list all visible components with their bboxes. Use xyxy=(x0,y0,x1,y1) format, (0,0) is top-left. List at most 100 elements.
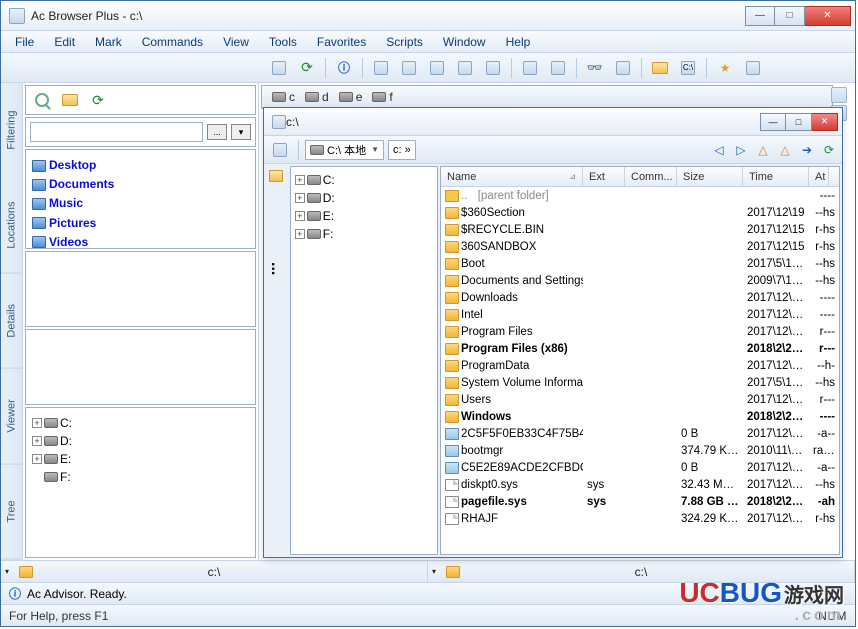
view-small-icons-icon[interactable] xyxy=(397,56,421,80)
binoculars-icon[interactable]: 👓 xyxy=(583,56,607,80)
menu-file[interactable]: File xyxy=(5,33,44,51)
col-size[interactable]: Size xyxy=(677,167,743,186)
refresh-icon[interactable]: ⟳ xyxy=(295,56,319,80)
folder-action-icon[interactable] xyxy=(58,88,82,112)
drive-c[interactable]: c xyxy=(272,90,295,104)
drive-e[interactable]: e xyxy=(339,90,363,104)
refresh-icon[interactable]: ⟳ xyxy=(86,88,110,112)
nav-refresh-icon[interactable]: ⟳ xyxy=(820,141,838,159)
expand-icon[interactable]: + xyxy=(295,193,305,203)
file-row[interactable]: Downloads2017\12\15 ...---- xyxy=(441,289,839,306)
sub-minimize-button[interactable]: — xyxy=(760,113,786,131)
file-row[interactable]: Program Files (x86)2018\2\25 ...r--- xyxy=(441,340,839,357)
expand-icon[interactable]: + xyxy=(32,418,42,428)
vtab-tree[interactable]: Tree xyxy=(1,464,22,560)
file-row[interactable]: 2C5F5F0EB33C4F75B4...0 B2017\12\15 ...-a… xyxy=(441,425,839,442)
file-row[interactable]: System Volume Informa...2017\5\19 ...--h… xyxy=(441,374,839,391)
tree-row[interactable]: +D: xyxy=(295,189,433,207)
file-row[interactable]: diskpt0.syssys32.43 MB (3...2017\12\20 .… xyxy=(441,476,839,493)
col-time[interactable]: Time xyxy=(743,167,809,186)
expand-icon[interactable]: + xyxy=(295,229,305,239)
tree-row[interactable]: F: xyxy=(32,468,249,486)
file-row[interactable]: 360SANDBOX2017\12\15r-hs xyxy=(441,238,839,255)
filter-input[interactable] xyxy=(30,122,203,142)
view-detail-icon[interactable] xyxy=(453,56,477,80)
expand-icon[interactable]: + xyxy=(295,211,305,221)
filter-dropdown-button[interactable]: ▾ xyxy=(231,124,251,140)
menu-favorites[interactable]: Favorites xyxy=(307,33,376,51)
search-icon[interactable] xyxy=(30,88,54,112)
minimize-button[interactable]: — xyxy=(745,6,775,26)
loc-desktop[interactable]: Desktop xyxy=(32,156,249,175)
file-row[interactable]: Documents and Settings2009\7\14 ...--hs xyxy=(441,272,839,289)
parent-folder-row[interactable]: .. [parent folder] ---- xyxy=(441,187,839,204)
filter-icon[interactable] xyxy=(518,56,542,80)
file-row[interactable]: Windows2018\2\25 ...---- xyxy=(441,408,839,425)
col-att[interactable]: At xyxy=(809,167,829,186)
menu-window[interactable]: Window xyxy=(433,33,496,51)
vtab-details[interactable]: Details xyxy=(1,273,22,369)
loc-documents[interactable]: Documents xyxy=(32,175,249,194)
sub-close-button[interactable]: ✕ xyxy=(812,113,838,131)
folder-open-icon[interactable] xyxy=(269,170,283,182)
file-row[interactable]: ProgramData2017\12\19 ...--h- xyxy=(441,357,839,374)
expand-icon[interactable]: + xyxy=(32,436,42,446)
view-list-icon[interactable] xyxy=(425,56,449,80)
file-row[interactable]: Program Files2017\12\20 ...r--- xyxy=(441,323,839,340)
menu-view[interactable]: View xyxy=(213,33,259,51)
tree-row[interactable]: +E: xyxy=(295,207,433,225)
menu-scripts[interactable]: Scripts xyxy=(376,33,433,51)
nav-top-icon[interactable]: △ xyxy=(776,141,794,159)
tool-icon[interactable] xyxy=(267,56,291,80)
drive-combo[interactable]: C:\ 本地▼ xyxy=(305,140,384,160)
filter-more-button[interactable]: ... xyxy=(207,124,227,140)
nav-fwd-icon[interactable]: ▷ xyxy=(732,141,750,159)
view-large-icons-icon[interactable] xyxy=(369,56,393,80)
grip-icon[interactable] xyxy=(831,87,847,103)
bookmark-icon[interactable] xyxy=(741,56,765,80)
info-icon[interactable]: ⓘ xyxy=(332,56,356,80)
menu-tools[interactable]: Tools xyxy=(259,33,307,51)
tree-row[interactable]: +F: xyxy=(295,225,433,243)
file-row[interactable]: Users2017\12\15 ...r--- xyxy=(441,391,839,408)
sub-maximize-button[interactable]: □ xyxy=(786,113,812,131)
expand-icon[interactable]: + xyxy=(295,175,305,185)
file-row[interactable]: $RECYCLE.BIN2017\12\15r-hs xyxy=(441,221,839,238)
nav-back-icon[interactable]: ◁ xyxy=(710,141,728,159)
terminal-icon[interactable]: C:\ xyxy=(676,56,700,80)
file-row[interactable]: C5E2E89ACDE2CFBDC...0 B2017\12\15 ...-a-… xyxy=(441,459,839,476)
drive-d[interactable]: d xyxy=(305,90,329,104)
path-left[interactable]: ▾c:\ xyxy=(1,561,428,582)
tree-row[interactable]: +D: xyxy=(32,432,249,450)
view-thumb-icon[interactable] xyxy=(481,56,505,80)
menu-mark[interactable]: Mark xyxy=(85,33,132,51)
expand-icon[interactable]: + xyxy=(32,454,42,464)
file-row[interactable]: pagefile.syssys7.88 GB (8 4...2018\2\25 … xyxy=(441,493,839,510)
close-button[interactable]: ✕ xyxy=(805,6,851,26)
open-folder-icon[interactable] xyxy=(648,56,672,80)
path-crumb[interactable]: c: » xyxy=(388,140,416,160)
file-row[interactable]: Intel2017\12\16 ...---- xyxy=(441,306,839,323)
col-comm[interactable]: Comm... xyxy=(625,167,677,186)
maximize-button[interactable]: □ xyxy=(775,6,805,26)
file-row[interactable]: bootmgr374.79 KB ( ...2010\11\21 ...rahs xyxy=(441,442,839,459)
nav-up-icon[interactable]: △ xyxy=(754,141,772,159)
col-name[interactable]: Name⊿ xyxy=(441,167,583,186)
tree-row[interactable]: +E: xyxy=(32,450,249,468)
tree-row[interactable]: +C: xyxy=(295,171,433,189)
view-mode-icon[interactable] xyxy=(268,138,292,162)
menu-edit[interactable]: Edit xyxy=(44,33,85,51)
vtab-filtering[interactable]: Filtering xyxy=(1,83,22,178)
vtab-locations[interactable]: Locations xyxy=(1,178,22,274)
file-row[interactable]: RHAJF324.29 KB ( ...2017\12\15 ...r-hs xyxy=(441,510,839,527)
nav-go-icon[interactable]: ➔ xyxy=(798,141,816,159)
col-ext[interactable]: Ext xyxy=(583,167,625,186)
vtab-viewer[interactable]: Viewer xyxy=(1,369,22,465)
tree-row[interactable]: +C: xyxy=(32,414,249,432)
loc-music[interactable]: Music xyxy=(32,194,249,213)
menu-commands[interactable]: Commands xyxy=(132,33,213,51)
drive-f[interactable]: f xyxy=(372,90,392,104)
loc-videos[interactable]: Videos xyxy=(32,233,249,249)
loc-pictures[interactable]: Pictures xyxy=(32,214,249,233)
menu-help[interactable]: Help xyxy=(496,33,541,51)
